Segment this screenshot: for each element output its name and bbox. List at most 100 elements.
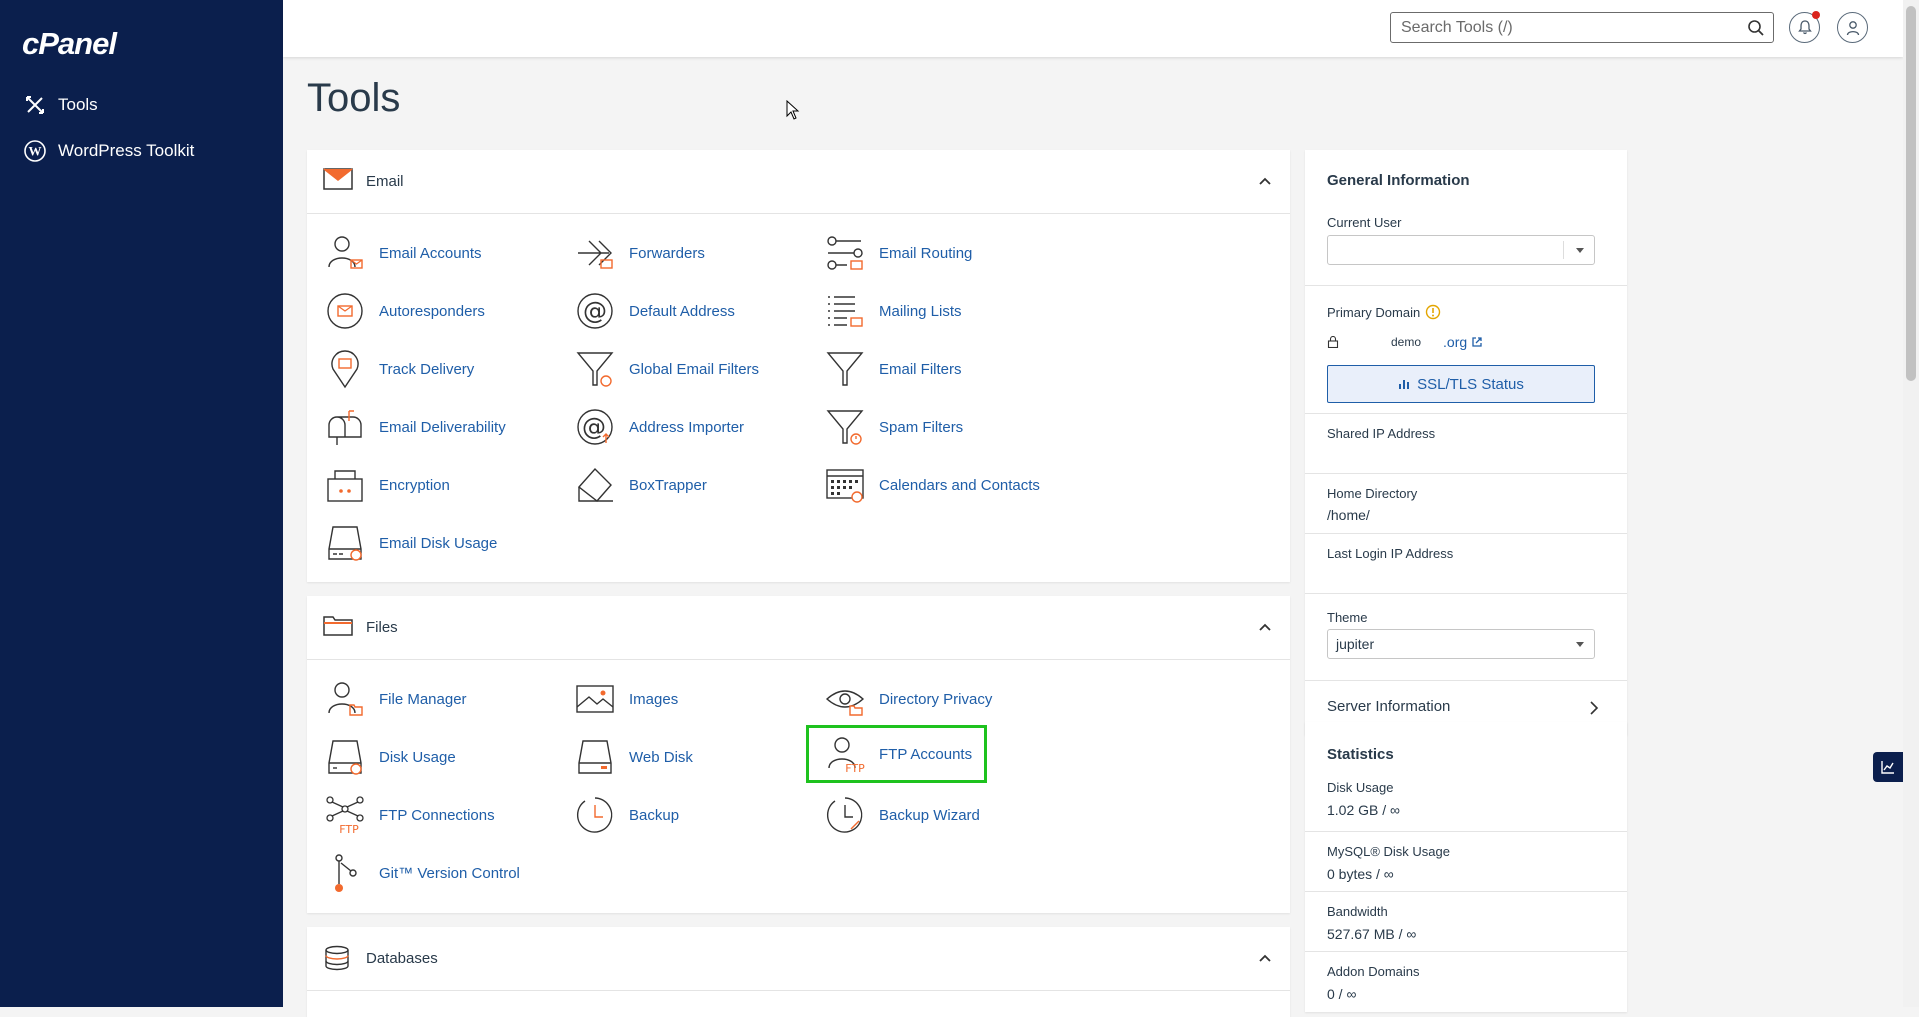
tool-boxtrapper[interactable]: BoxTrapper (573, 462, 707, 508)
sidebar-item-tools[interactable]: Tools (24, 90, 98, 120)
primary-domain-label-text: Primary Domain (1327, 304, 1421, 320)
tool-email-disk-usage[interactable]: Email Disk Usage (323, 520, 497, 566)
email-filters-icon (823, 347, 867, 391)
stat-value: 0 / ∞ (1327, 986, 1357, 1002)
primary-domain-row: Primary Domain demo .org SSL/TLS Status (1305, 286, 1627, 414)
backup-wizard-icon (823, 793, 867, 837)
email-routing-icon (823, 231, 867, 275)
stat-label: Disk Usage (1327, 780, 1394, 795)
tool-forwarders[interactable]: Forwarders (573, 230, 705, 276)
tool-label: Email Routing (879, 244, 973, 262)
tool-backup-wizard[interactable]: Backup Wizard (823, 792, 980, 838)
domain-name: demo (1391, 335, 1422, 349)
tool-email-routing[interactable]: Email Routing (823, 230, 972, 276)
email-disk-usage-icon (323, 521, 367, 565)
tool-mailing-lists[interactable]: Mailing Lists (823, 288, 962, 334)
sidebar-item-label: Tools (58, 95, 98, 114)
tool-directory-privacy[interactable]: Directory Privacy (823, 676, 992, 722)
line-chart-icon (1881, 761, 1894, 774)
warning-icon[interactable] (1425, 304, 1441, 320)
chevron-up-icon[interactable] (1258, 951, 1272, 965)
tool-web-disk[interactable]: Web Disk (573, 734, 693, 780)
top-bar (283, 0, 1903, 57)
chevron-up-icon[interactable] (1258, 620, 1272, 634)
tool-label: Images (629, 690, 679, 708)
tool-encryption[interactable]: Encryption (323, 462, 450, 508)
tool-label: FTP Connections (379, 806, 495, 824)
stat-value: 527.67 MB / ∞ (1327, 926, 1417, 942)
primary-domain-label: Primary Domain (1327, 304, 1441, 320)
folder-icon (323, 614, 353, 640)
file-manager-icon (323, 677, 367, 721)
tool-label: Address Importer (629, 418, 745, 436)
theme-label: Theme (1327, 610, 1368, 625)
ssl-button-label: SSL/TLS Status (1417, 375, 1524, 393)
tool-address-importer[interactable]: @ Address Importer (573, 404, 744, 450)
current-user-select[interactable] (1327, 235, 1595, 265)
tool-label: FTP Accounts (879, 745, 973, 763)
general-information-panel: General Information Current User Primary… (1305, 150, 1627, 735)
svg-text:W: W (29, 144, 42, 159)
tool-label: Forwarders (629, 244, 705, 262)
page-scrollbar[interactable] (1903, 0, 1919, 1007)
user-menu-button[interactable] (1837, 12, 1868, 43)
server-information-label: Server Information (1327, 698, 1451, 715)
search-input[interactable] (1399, 13, 1743, 42)
boxtrapper-icon (573, 463, 617, 507)
external-link-icon[interactable] (1471, 336, 1483, 348)
tool-file-manager[interactable]: File Manager (323, 676, 467, 722)
tool-git-version-control[interactable]: Git™ Version Control (323, 850, 520, 896)
tool-email-deliverability[interactable]: Email Deliverability (323, 404, 506, 450)
select-divider (1563, 241, 1564, 259)
email-section: Email Email Accounts Forwarders Email Ro… (307, 150, 1290, 582)
bell-icon (1797, 20, 1812, 35)
tool-autoresponders[interactable]: Autoresponders (323, 288, 485, 334)
chevron-up-icon[interactable] (1258, 174, 1272, 188)
backup-icon (573, 793, 617, 837)
tool-calendars-and-contacts[interactable]: Calendars and Contacts (823, 462, 1040, 508)
statistics-toggle-button[interactable] (1873, 752, 1903, 782)
tool-backup[interactable]: Backup (573, 792, 679, 838)
sidebar: cPanel Tools W WordPress Toolkit (0, 0, 283, 1007)
stat-value: 0 bytes / ∞ (1327, 866, 1394, 882)
last-login-label: Last Login IP Address (1327, 546, 1454, 561)
ftp-connections-icon: FTP (323, 793, 367, 837)
databases-section-header[interactable]: Databases (307, 927, 1290, 991)
svg-text:@: @ (582, 413, 606, 441)
theme-select[interactable]: jupiter (1327, 629, 1595, 659)
svg-text:FTP: FTP (339, 823, 359, 835)
tool-ftp-connections[interactable]: FTP FTP Connections (323, 792, 495, 838)
envelope-icon (323, 168, 353, 194)
statistics-title: Statistics (1327, 746, 1394, 763)
notifications-button[interactable] (1789, 11, 1820, 43)
bar-chart-icon (1399, 380, 1410, 389)
files-section-header[interactable]: Files (307, 596, 1290, 660)
tool-default-address[interactable]: @ Default Address (573, 288, 735, 334)
search-icon[interactable] (1747, 19, 1765, 37)
tool-ftp-accounts[interactable]: FTP FTP Accounts (805, 725, 988, 783)
tool-global-email-filters[interactable]: Global Email Filters (573, 346, 759, 392)
search-tools-box[interactable] (1390, 12, 1774, 43)
sidebar-item-wordpress-toolkit[interactable]: W WordPress Toolkit (24, 136, 194, 166)
stat-value: 1.02 GB / ∞ (1327, 802, 1401, 818)
shared-ip-label: Shared IP Address (1327, 426, 1436, 441)
scrollbar-thumb[interactable] (1906, 6, 1916, 381)
tool-email-filters[interactable]: Email Filters (823, 346, 962, 392)
sidebar-item-label: WordPress Toolkit (58, 141, 195, 160)
cpanel-logo[interactable]: cPanel (22, 26, 117, 62)
tool-track-delivery[interactable]: Track Delivery (323, 346, 474, 392)
email-section-header[interactable]: Email (307, 150, 1290, 214)
tool-label: Email Disk Usage (379, 534, 498, 552)
mailing-lists-icon (823, 289, 867, 333)
tool-disk-usage[interactable]: Disk Usage (323, 734, 456, 780)
tool-images[interactable]: Images (573, 676, 678, 722)
tool-email-accounts[interactable]: Email Accounts (323, 230, 482, 276)
tool-spam-filters[interactable]: Spam Filters (823, 404, 963, 450)
svg-text:@: @ (583, 297, 607, 325)
tool-label: Email Accounts (379, 244, 482, 262)
ssl-tls-status-button[interactable]: SSL/TLS Status (1327, 365, 1595, 403)
domain-link[interactable]: .org (1443, 334, 1467, 350)
tool-label: Spam Filters (879, 418, 964, 436)
tool-label: Backup (629, 806, 680, 824)
section-title: Files (366, 619, 398, 636)
